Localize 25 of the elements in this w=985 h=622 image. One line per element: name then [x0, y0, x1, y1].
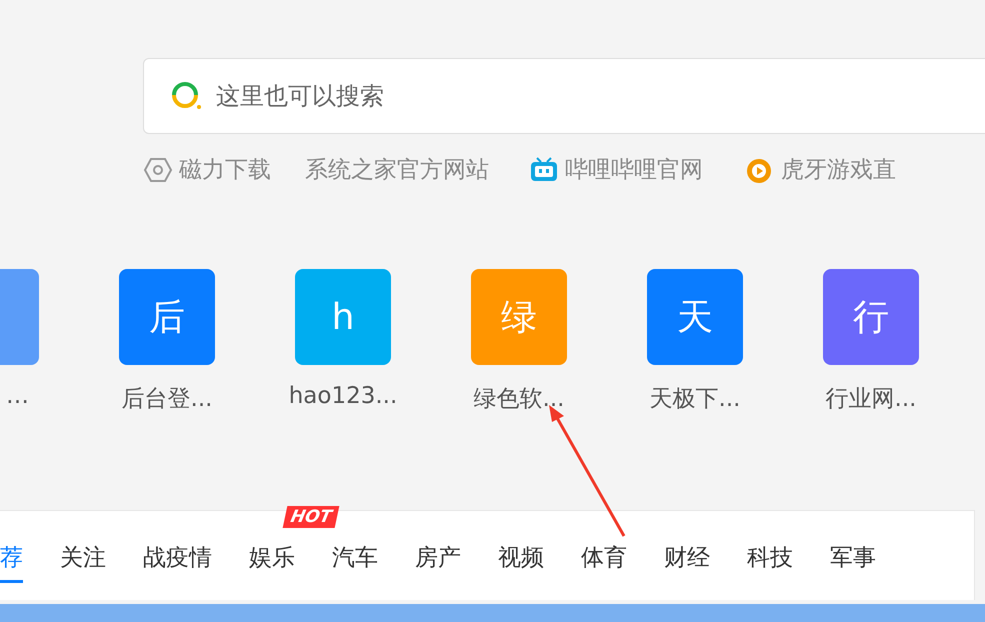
app-tile-icon[interactable]: 天 [647, 269, 743, 365]
news-tab[interactable]: 战疫情 [143, 530, 212, 585]
news-tab[interactable]: 科技 [747, 530, 793, 585]
app-label[interactable]: 后台登... [122, 383, 212, 414]
app-tile-icon[interactable]: 后 [119, 269, 215, 365]
app-label[interactable]: 行业网... [826, 383, 916, 414]
news-tab[interactable]: 财经 [664, 530, 710, 585]
news-tab[interactable]: 房产 [415, 530, 461, 585]
app-tile-icon[interactable]: 行 [823, 269, 919, 365]
search-logo-icon [170, 81, 202, 111]
app-label[interactable]: 天极下... [650, 383, 740, 414]
news-tab[interactable]: 视频 [498, 530, 544, 585]
tv-icon [529, 156, 559, 182]
news-tab[interactable]: 汽车 [332, 530, 378, 585]
news-tab[interactable]: 关注 [60, 530, 106, 585]
news-tab[interactable]: 荐 [0, 530, 23, 585]
app-label[interactable]: … [6, 383, 29, 409]
news-tab[interactable]: 体育 [581, 530, 627, 585]
app-label[interactable]: 绿色软... [474, 383, 564, 414]
news-tab[interactable]: 军事 [830, 530, 876, 585]
news-tab[interactable]: 娱乐 [249, 530, 295, 585]
search-bar[interactable]: 这里也可以搜索 [143, 58, 985, 134]
hexagon-icon [143, 156, 173, 182]
app-label[interactable]: hao123... [288, 383, 398, 409]
hot-badge: HOT [282, 506, 340, 528]
